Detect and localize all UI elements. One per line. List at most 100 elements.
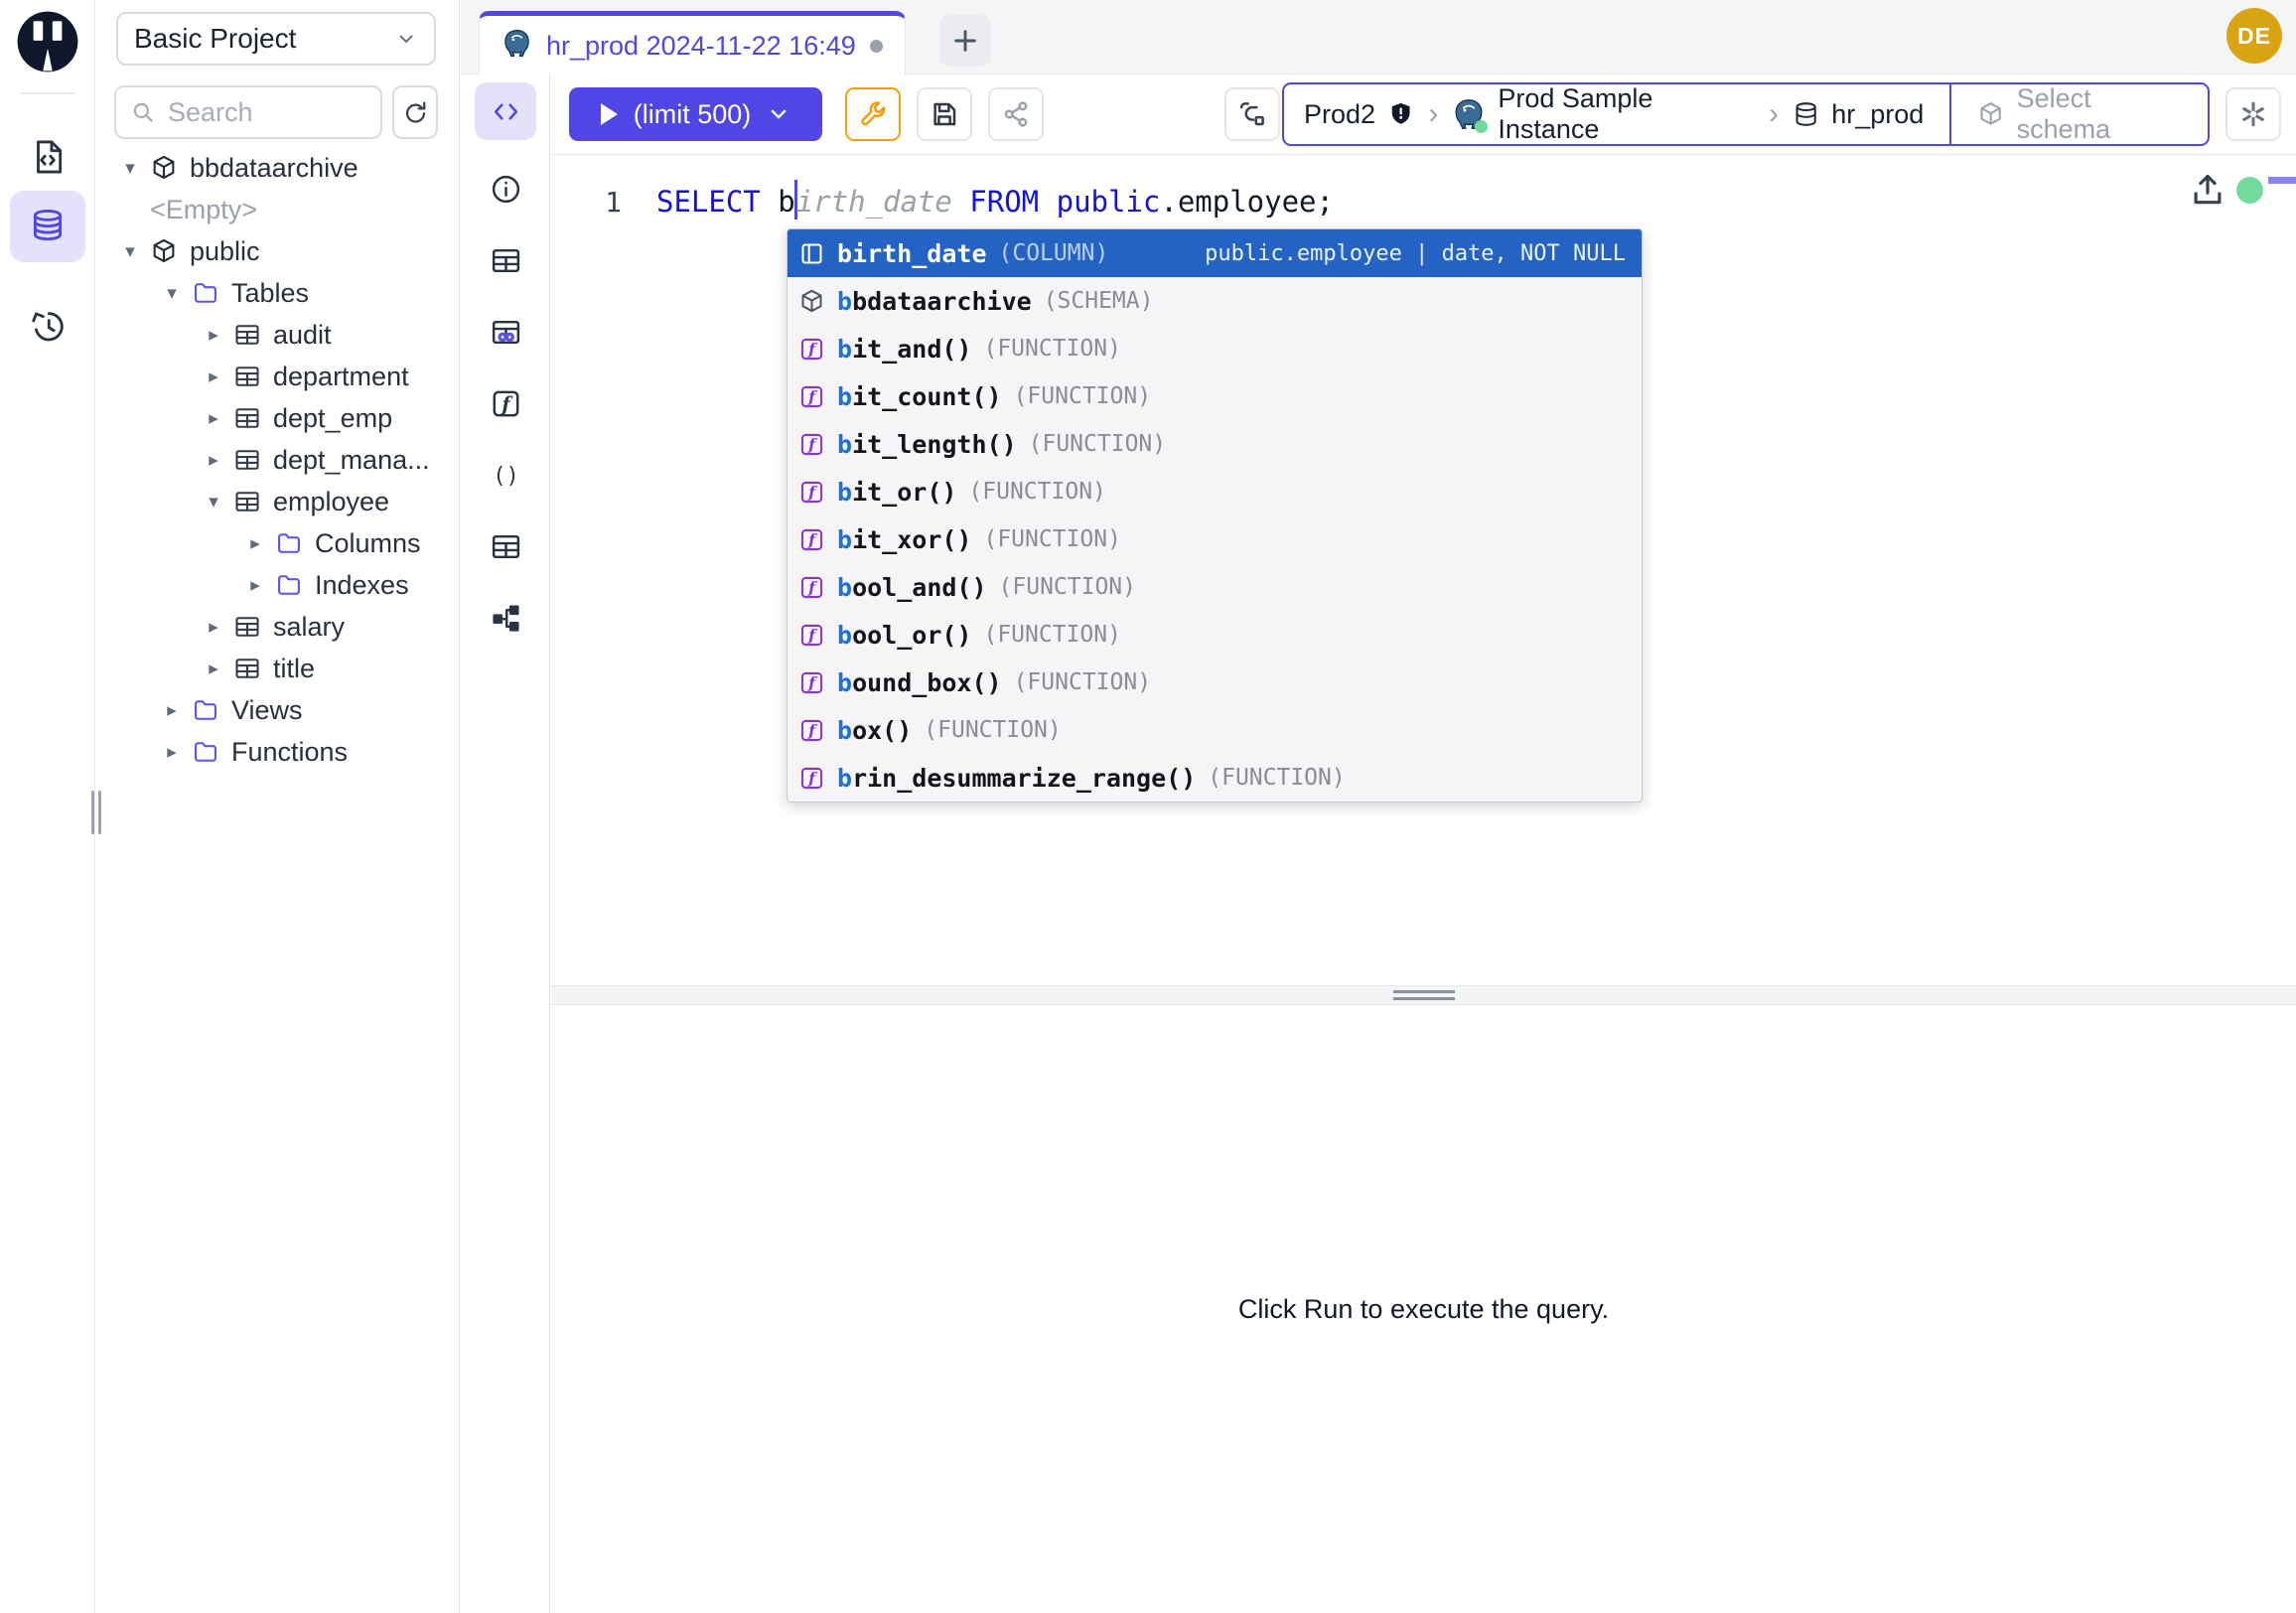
tree-item-employee[interactable]: ▾employee [96,481,459,522]
connection-breadcrumb[interactable]: Prod2 › Prod Sample Instance › hr_prod S… [1282,82,2210,146]
wrench-button[interactable] [845,87,901,141]
cube-icon [150,237,178,265]
tree-item-title[interactable]: ▸title [96,648,459,689]
tree-item-functions[interactable]: ▸ Functions [96,731,459,773]
tree-item-bbdataarchive[interactable]: ▾bbdataarchive [96,147,459,189]
svg-text:f: f [807,769,818,788]
svg-text:(): () [493,464,519,489]
table-icon [233,321,261,349]
project-selector[interactable]: Basic Project [116,12,436,66]
tree-item-audit[interactable]: ▸audit [96,314,459,356]
tree-item-department[interactable]: ▸department [96,356,459,397]
suggestion-detail: public.employee | date, NOT NULL [1205,241,1626,266]
folder-icon [275,571,303,599]
save-button[interactable] [917,87,972,141]
editor-code: SELECT birth_date FROM public.employee; [656,179,1334,224]
panel-resize-divider[interactable] [551,985,2296,1005]
database-stack-icon [1793,100,1819,128]
tree-item-label: Columns [315,528,421,559]
user-avatar[interactable]: DE [2226,8,2282,64]
share-button[interactable] [988,87,1044,141]
shield-protected-icon [1387,100,1414,128]
function-icon: f [797,668,825,696]
caret-right-icon: ▸ [202,616,225,639]
run-button[interactable]: (limit 500) [569,87,822,141]
suggestion-bool_or[interactable]: fbool_or()(FUNCTION) [788,611,1642,659]
tree-item-tables[interactable]: ▾Tables [96,272,459,314]
tree-item-dept-mana-[interactable]: ▸dept_mana... [96,439,459,481]
suggestion-bool_and[interactable]: fbool_and()(FUNCTION) [788,563,1642,611]
tree-item-views[interactable]: ▸Views [96,689,459,731]
postgresql-icon [502,28,532,64]
tree-item-label: Functions [231,737,348,768]
table-icon [490,244,522,277]
ai-assistant-button[interactable] [2225,87,2281,141]
info-icon [490,173,522,206]
rail-item-databases[interactable] [10,191,85,262]
svg-text:f: f [807,387,818,406]
tree-item-public[interactable]: ▾public [96,230,459,272]
cube-icon [150,154,178,182]
tree-item--empty-[interactable]: <Empty> [96,189,459,230]
suggestion-kind: (FUNCTION) [1014,383,1151,409]
tree-item-dept-emp[interactable]: ▸dept_emp [96,397,459,439]
token-plain: .employee; [1160,185,1334,219]
tree-item-indexes[interactable]: ▸Indexes [96,564,459,606]
suggestion-kind: (FUNCTION) [1208,765,1345,791]
sidebar-resize-handle[interactable] [90,791,102,834]
caret-down-icon: ▾ [202,491,225,513]
suggestion-brin_desummarize_range[interactable]: fbrin_desummarize_range()(FUNCTION) [788,754,1642,802]
upload-icon[interactable] [2189,171,2226,209]
suggestion-bit_length[interactable]: fbit_length()(FUNCTION) [788,420,1642,468]
suggestion-bound_box[interactable]: fbound_box()(FUNCTION) [788,659,1642,706]
editor-strip-procedures[interactable]: () [475,446,536,504]
caret-down-icon: ▾ [118,157,142,180]
bytebase-logo-icon[interactable] [16,10,79,73]
new-tab-button[interactable] [939,15,991,67]
tree-item-label: Tables [231,278,309,309]
suggestion-birth_date[interactable]: birth_date(COLUMN)public.employee | date… [788,229,1642,277]
editor-strip-sequences[interactable] [475,517,536,575]
rail-item-history[interactable] [10,290,85,362]
tab-hr-prod[interactable]: hr_prod 2024-11-22 16:49 [479,11,906,75]
bytebase-sql-editor: Basic Project Search ▾bbdataarchive<Empt… [0,0,2296,1613]
schema-tree: ▾bbdataarchive<Empty>▾public▾Tables▸audi… [96,147,459,773]
editor-strip-info[interactable] [475,160,536,218]
function-icon: f [797,478,825,506]
format-button[interactable] [1224,87,1280,141]
suggestion-bit_or[interactable]: fbit_or()(FUNCTION) [788,468,1642,515]
refresh-button[interactable] [392,85,438,139]
table-icon [233,488,261,515]
caret-right-icon: ▸ [202,324,225,347]
suggestion-bit_xor[interactable]: fbit_xor()(FUNCTION) [788,515,1642,563]
editor-strip-tables[interactable] [475,231,536,289]
editor-strip-external-tables[interactable] [475,303,536,361]
table-icon [233,363,261,390]
database-icon [29,208,67,245]
editor-strip-functions[interactable]: f [475,374,536,432]
editor-strip-sql-editor[interactable] [475,82,536,140]
tree-item-columns[interactable]: ▸Columns [96,522,459,564]
file-code-icon [29,138,67,176]
tree-item-salary[interactable]: ▸salary [96,606,459,648]
history-icon [29,307,67,345]
chevron-down-icon [394,27,418,51]
suggestion-bit_count[interactable]: fbit_count()(FUNCTION) [788,372,1642,420]
caret-right-icon: ▸ [160,699,184,722]
postgresql-instance-icon [1452,97,1486,131]
suggestion-bit_and[interactable]: fbit_and()(FUNCTION) [788,325,1642,372]
search-input[interactable]: Search [114,85,382,139]
folder-icon [192,279,219,307]
rail-divider [20,92,75,94]
rail-item-worksheets[interactable] [10,121,85,193]
editor-strip-schema-diagram[interactable] [475,589,536,647]
paren-icon: () [490,459,522,492]
suggestion-bbdataarchive[interactable]: bbdataarchive(SCHEMA) [788,277,1642,325]
environment-label: Prod2 [1304,99,1375,130]
suggestion-box[interactable]: fbox()(FUNCTION) [788,706,1642,754]
caret-right-icon: ▸ [160,741,184,764]
function-icon: f [797,382,825,410]
suggestion-kind: (FUNCTION) [999,574,1136,600]
suggestion-kind: (SCHEMA) [1044,288,1154,314]
search-placeholder: Search [168,97,253,128]
